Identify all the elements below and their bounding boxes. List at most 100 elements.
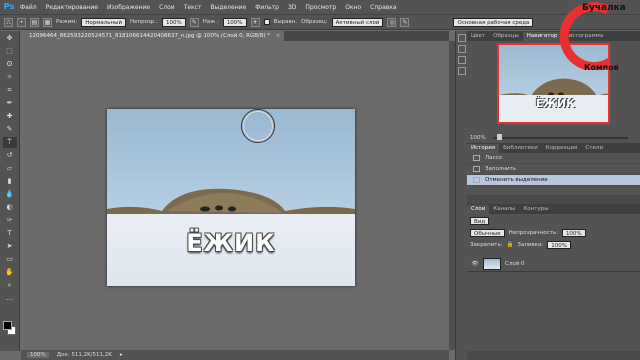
menu-type[interactable]: Текст [184,4,202,11]
pressure-field[interactable]: 100% [222,17,247,27]
healing-brush-tool-icon[interactable]: ✚ [3,111,17,122]
tab-layers[interactable]: Слои [467,205,490,214]
right-panels: Цвет Образцы Навигатор Гистограмма ЁЖИК … [467,31,640,360]
menu-filter[interactable]: Фильтр [255,4,279,11]
history-footer [467,195,640,204]
opacity-label: Непрозр.: [130,19,159,25]
pressure-opacity-icon[interactable]: ✎ [189,17,199,27]
aligned-checkbox[interactable] [263,19,270,25]
document-image[interactable]: ЁЖИК [107,109,355,286]
shape-tool-icon[interactable]: ▭ [3,254,17,265]
watermark-line1: Бучалка [582,3,626,13]
foreground-color-swatch[interactable] [3,321,12,330]
move-tool-icon[interactable]: ✥ [3,33,17,44]
tab-history[interactable]: История [467,144,500,153]
airbrush-icon[interactable]: ✈ [250,17,260,27]
tab-paths[interactable]: Контуры [519,205,552,214]
marquee-tool-icon[interactable]: ⬚ [3,46,17,57]
lasso-tool-icon[interactable]: ʘ [3,59,17,70]
layer-lock-row: Закрепить: 🔒 Заливка: 100% [470,240,637,250]
dodge-tool-icon[interactable]: ◐ [3,202,17,213]
layers-panel-tabs: Слои Каналы Контуры [467,204,640,214]
brush-tool-icon[interactable]: ✎ [3,124,17,135]
gradient-tool-icon[interactable]: ▮ [3,176,17,187]
clone-stamp-tool-preset-icon[interactable]: ⎍ [4,17,13,27]
layer-fill-field[interactable]: 100% [547,241,571,249]
fill-icon [473,166,480,172]
history-item-lasso[interactable]: Лассо [467,153,640,164]
history-panel-tabs: История Библиотеки Коррекция Стили [467,143,640,153]
hand-tool-icon[interactable]: ✋ [3,267,17,278]
menu-3d[interactable]: 3D [288,4,296,11]
menu-view[interactable]: Просмотр [305,4,336,11]
layer-row[interactable]: 👁 Слой 0 [467,256,640,272]
document-tab-title: 12096464_862593220524571_818106614420408… [29,33,270,39]
document-tabs: 12096464_862593220524571_818106614420408… [21,31,449,41]
brush-panel-icon[interactable] [457,56,466,64]
sample-label: Образец: [301,19,328,25]
quick-select-tool-icon[interactable]: ✧ [3,72,17,83]
brush-panel-icon[interactable]: ▤ [30,17,39,27]
pen-tool-icon[interactable]: ✑ [3,215,17,226]
layer-kind-select[interactable]: Вид [470,217,490,225]
menu-layers[interactable]: Слои [159,4,175,11]
brush-preset-icon[interactable]: • [17,17,26,27]
zoom-tool-icon[interactable]: ⌕ [3,280,17,291]
eraser-tool-icon[interactable]: ▱ [3,163,17,174]
tab-libraries[interactable]: Библиотеки [499,144,542,153]
navigator-zoom-slider[interactable] [493,137,628,139]
fill-label: Заливка: [517,242,544,248]
history-list: Лассо Заполнить Отменить выделение [467,153,640,186]
properties-panel-icon[interactable] [457,45,466,53]
ignore-adjustment-icon[interactable]: ◎ [387,17,397,27]
zoom-field[interactable]: 100% [27,352,49,358]
status-arrow-icon[interactable]: ▸ [120,352,123,358]
aligned-label: Выравн. [273,19,298,25]
tab-styles[interactable]: Стили [581,144,607,153]
navigator-slider-knob[interactable] [497,134,502,140]
layer-opacity-field[interactable]: 100% [561,229,586,237]
menu-help[interactable]: Справка [370,4,396,11]
tab-channels[interactable]: Каналы [489,205,519,214]
tools-panel: ✥ ⬚ ʘ ✧ ⌗ ✒ ✚ ✎ ⍑ ↺ ▱ ▮ 💧 ◐ ✑ T ➤ ▭ ✋ ⌕ … [0,31,20,351]
blur-tool-icon[interactable]: 💧 [3,189,17,200]
eyedropper-tool-icon[interactable]: ✒ [3,98,17,109]
path-select-tool-icon[interactable]: ➤ [3,241,17,252]
navigator-zoom[interactable]: 100% [470,135,486,141]
document-tab[interactable]: 12096464_862593220524571_818106614420408… [21,31,285,41]
canvas-area[interactable]: ЁЖИК [21,41,449,350]
menu-window[interactable]: Окно [345,4,361,11]
clone-source-icon[interactable]: ▦ [43,17,52,27]
type-tool-icon[interactable]: T [3,228,17,239]
history-item-fill[interactable]: Заполнить [467,164,640,175]
tab-swatches[interactable]: Образцы [489,32,523,41]
history-brush-tool-icon[interactable]: ↺ [3,150,17,161]
opacity-field[interactable]: 100% [162,17,186,27]
doc-size[interactable]: Док: 511,2K/511,2K [57,352,112,358]
blend-mode-select[interactable]: Обычные [470,229,505,237]
tab-adjustments[interactable]: Коррекция [542,144,582,153]
close-icon[interactable]: × [276,33,281,39]
clone-source-panel-icon[interactable] [457,67,466,75]
pressure-size-icon[interactable]: ✎ [400,17,410,27]
menu-bar: Ps Файл Редактирование Изображение Слои … [0,0,640,14]
edit-toolbar-icon[interactable]: … [3,293,17,304]
history-panel-icon[interactable] [457,34,466,42]
history-item-deselect[interactable]: Отменить выделение [467,175,640,186]
menu-select[interactable]: Выделение [210,4,246,11]
pressure-label: Наж.: [202,19,219,25]
lock-icon[interactable]: 🔒 [507,242,514,248]
menu-image[interactable]: Изображение [107,4,150,11]
clone-stamp-tool-icon[interactable]: ⍑ [2,137,17,148]
mode-select[interactable]: Нормальный [81,17,127,27]
visibility-eye-icon[interactable]: 👁 [471,261,479,267]
menu-file[interactable]: Файл [20,4,37,11]
crop-tool-icon[interactable]: ⌗ [3,85,17,96]
layer-name[interactable]: Слой 0 [505,261,525,267]
brush-cursor-inner [243,111,273,141]
image-caption: ЁЖИК [186,229,276,257]
menu-edit[interactable]: Редактирование [46,4,98,11]
sample-select[interactable]: Активный слой [331,17,384,27]
tab-color[interactable]: Цвет [467,32,489,41]
workspace-select[interactable]: Основная рабочая среда [453,17,534,27]
